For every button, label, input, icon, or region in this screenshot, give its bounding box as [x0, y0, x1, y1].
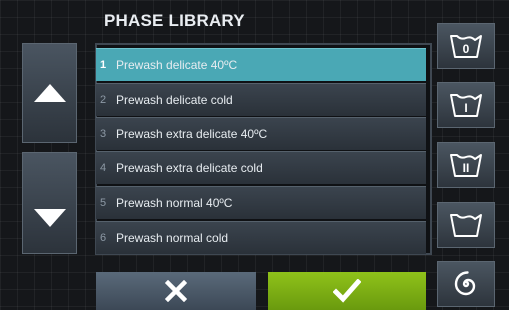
close-icon [165, 280, 187, 302]
phase-index: 6 [100, 232, 107, 244]
phase-label: Prewash extra delicate 40ºC [116, 127, 268, 141]
tub-i-icon: I [450, 94, 482, 117]
spin-button[interactable] [437, 261, 495, 307]
phase-label: Prewash normal cold [116, 231, 229, 245]
tub-button[interactable] [437, 202, 495, 248]
phase-row[interactable]: 5 Prewash normal 40ºC [96, 186, 426, 219]
phase-index: 3 [100, 128, 107, 140]
cancel-button[interactable] [96, 272, 256, 310]
tub-empty-icon [450, 214, 482, 237]
phase-row[interactable]: 4 Prewash extra delicate cold [96, 151, 426, 184]
arrow-up-icon [33, 84, 66, 102]
phase-index: 5 [100, 197, 107, 209]
svg-text:0: 0 [463, 42, 470, 56]
phase-row[interactable]: 6 Prewash normal cold [96, 221, 426, 254]
scroll-down-button[interactable] [22, 152, 77, 254]
spiral-icon [454, 271, 476, 296]
page-title: PHASE LIBRARY [104, 11, 245, 30]
prewash-0-button[interactable]: 0 [437, 23, 495, 69]
phase-row[interactable]: 1 Prewash delicate 40ºC [96, 48, 426, 81]
confirm-button[interactable] [268, 272, 426, 310]
tub-0-icon: 0 [450, 35, 482, 58]
tub-ii-icon: II [450, 154, 482, 177]
scroll-up-button[interactable] [22, 43, 77, 143]
phase-index: 1 [100, 59, 107, 71]
arrow-down-icon [33, 209, 66, 227]
phase-label: Prewash delicate 40ºC [116, 58, 238, 72]
prewash-i-button[interactable]: I [437, 82, 495, 128]
prewash-ii-button[interactable]: II [437, 142, 495, 188]
phase-label: Prewash delicate cold [116, 93, 233, 107]
phase-label: Prewash extra delicate cold [116, 161, 263, 175]
phase-label: Prewash normal 40ºC [116, 196, 233, 210]
phase-index: 2 [100, 94, 107, 106]
phase-row[interactable]: 3 Prewash extra delicate 40ºC [96, 117, 426, 150]
phase-index: 4 [100, 162, 107, 174]
svg-text:I: I [464, 101, 467, 115]
checkmark-icon [333, 279, 361, 303]
svg-text:II: II [463, 161, 470, 175]
phase-row[interactable]: 2 Prewash delicate cold [96, 83, 426, 116]
